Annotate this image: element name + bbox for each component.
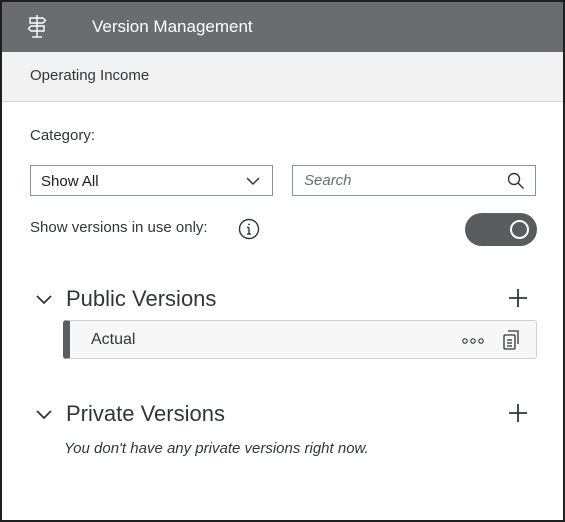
more-options-icon[interactable]	[462, 337, 484, 345]
show-in-use-toggle[interactable]	[465, 213, 537, 246]
panel-title: Version Management	[92, 17, 253, 36]
show-in-use-label: Show versions in use only:	[30, 219, 208, 236]
chevron-down-icon[interactable]	[36, 294, 52, 305]
add-public-version-button[interactable]	[506, 286, 530, 310]
search-field	[292, 165, 536, 196]
signpost-icon	[27, 15, 47, 38]
public-versions-header: Public Versions	[32, 286, 532, 314]
version-label: Actual	[91, 331, 136, 348]
model-subheader: Operating Income	[2, 52, 563, 102]
panel-header: Version Management	[2, 2, 563, 52]
search-input[interactable]	[293, 166, 504, 195]
chevron-down-icon	[246, 177, 260, 186]
model-name: Operating Income	[30, 67, 150, 84]
category-label: Category:	[30, 127, 96, 144]
version-management-panel: Version Management Operating Income Cate…	[0, 0, 565, 522]
private-versions-empty-message: You don't have any private versions righ…	[64, 440, 369, 457]
category-select[interactable]: Show All	[30, 165, 273, 196]
copy-icon[interactable]	[502, 330, 520, 350]
version-item-actual[interactable]: Actual	[63, 320, 537, 359]
toggle-knob	[510, 220, 529, 239]
add-private-version-button[interactable]	[506, 401, 530, 425]
private-versions-header: Private Versions	[32, 401, 532, 429]
chevron-down-icon[interactable]	[36, 409, 52, 420]
private-versions-title: Private Versions	[66, 401, 225, 426]
public-versions-title: Public Versions	[66, 286, 217, 311]
search-icon[interactable]	[507, 172, 525, 190]
category-select-value: Show All	[41, 173, 99, 190]
info-icon[interactable]	[238, 218, 260, 240]
